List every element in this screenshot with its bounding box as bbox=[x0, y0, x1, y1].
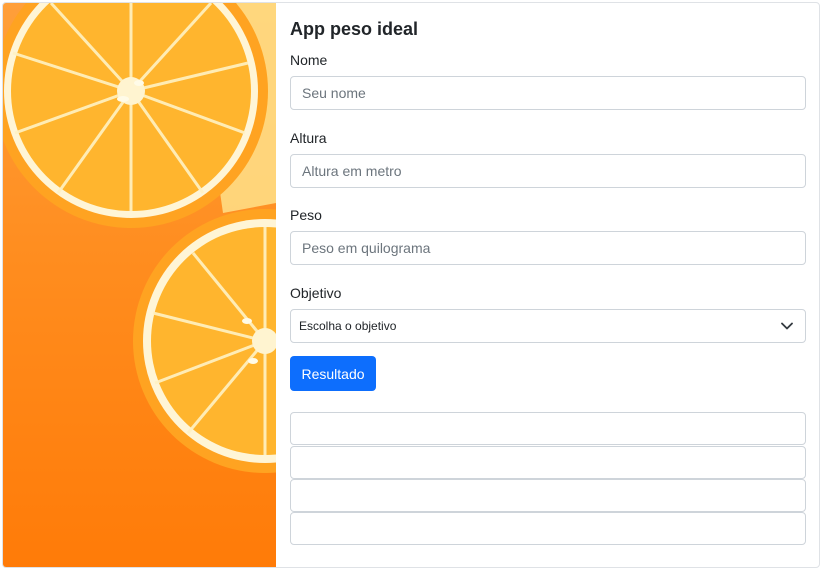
objetivo-selected-value: Escolha o objetivo bbox=[299, 319, 397, 333]
resultado-button[interactable]: Resultado bbox=[290, 356, 376, 391]
oranges-image bbox=[3, 3, 276, 567]
nome-label: Nome bbox=[290, 52, 328, 68]
peso-input[interactable] bbox=[290, 231, 806, 265]
result-field-4 bbox=[290, 512, 806, 545]
nome-input[interactable] bbox=[290, 76, 806, 110]
objetivo-label: Objetivo bbox=[290, 285, 342, 301]
altura-label: Altura bbox=[290, 130, 327, 146]
result-field-3 bbox=[290, 479, 806, 512]
form-panel: App peso ideal Nome Altura Peso Objetivo… bbox=[290, 3, 806, 567]
chevron-down-icon bbox=[780, 319, 794, 333]
oranges-illustration bbox=[3, 3, 276, 473]
result-field-1 bbox=[290, 412, 806, 445]
altura-input[interactable] bbox=[290, 154, 806, 188]
app-card: App peso ideal Nome Altura Peso Objetivo… bbox=[2, 2, 820, 568]
result-field-2 bbox=[290, 446, 806, 479]
objetivo-select[interactable]: Escolha o objetivo bbox=[290, 309, 806, 343]
page-title: App peso ideal bbox=[290, 19, 419, 39]
peso-label: Peso bbox=[290, 207, 322, 223]
